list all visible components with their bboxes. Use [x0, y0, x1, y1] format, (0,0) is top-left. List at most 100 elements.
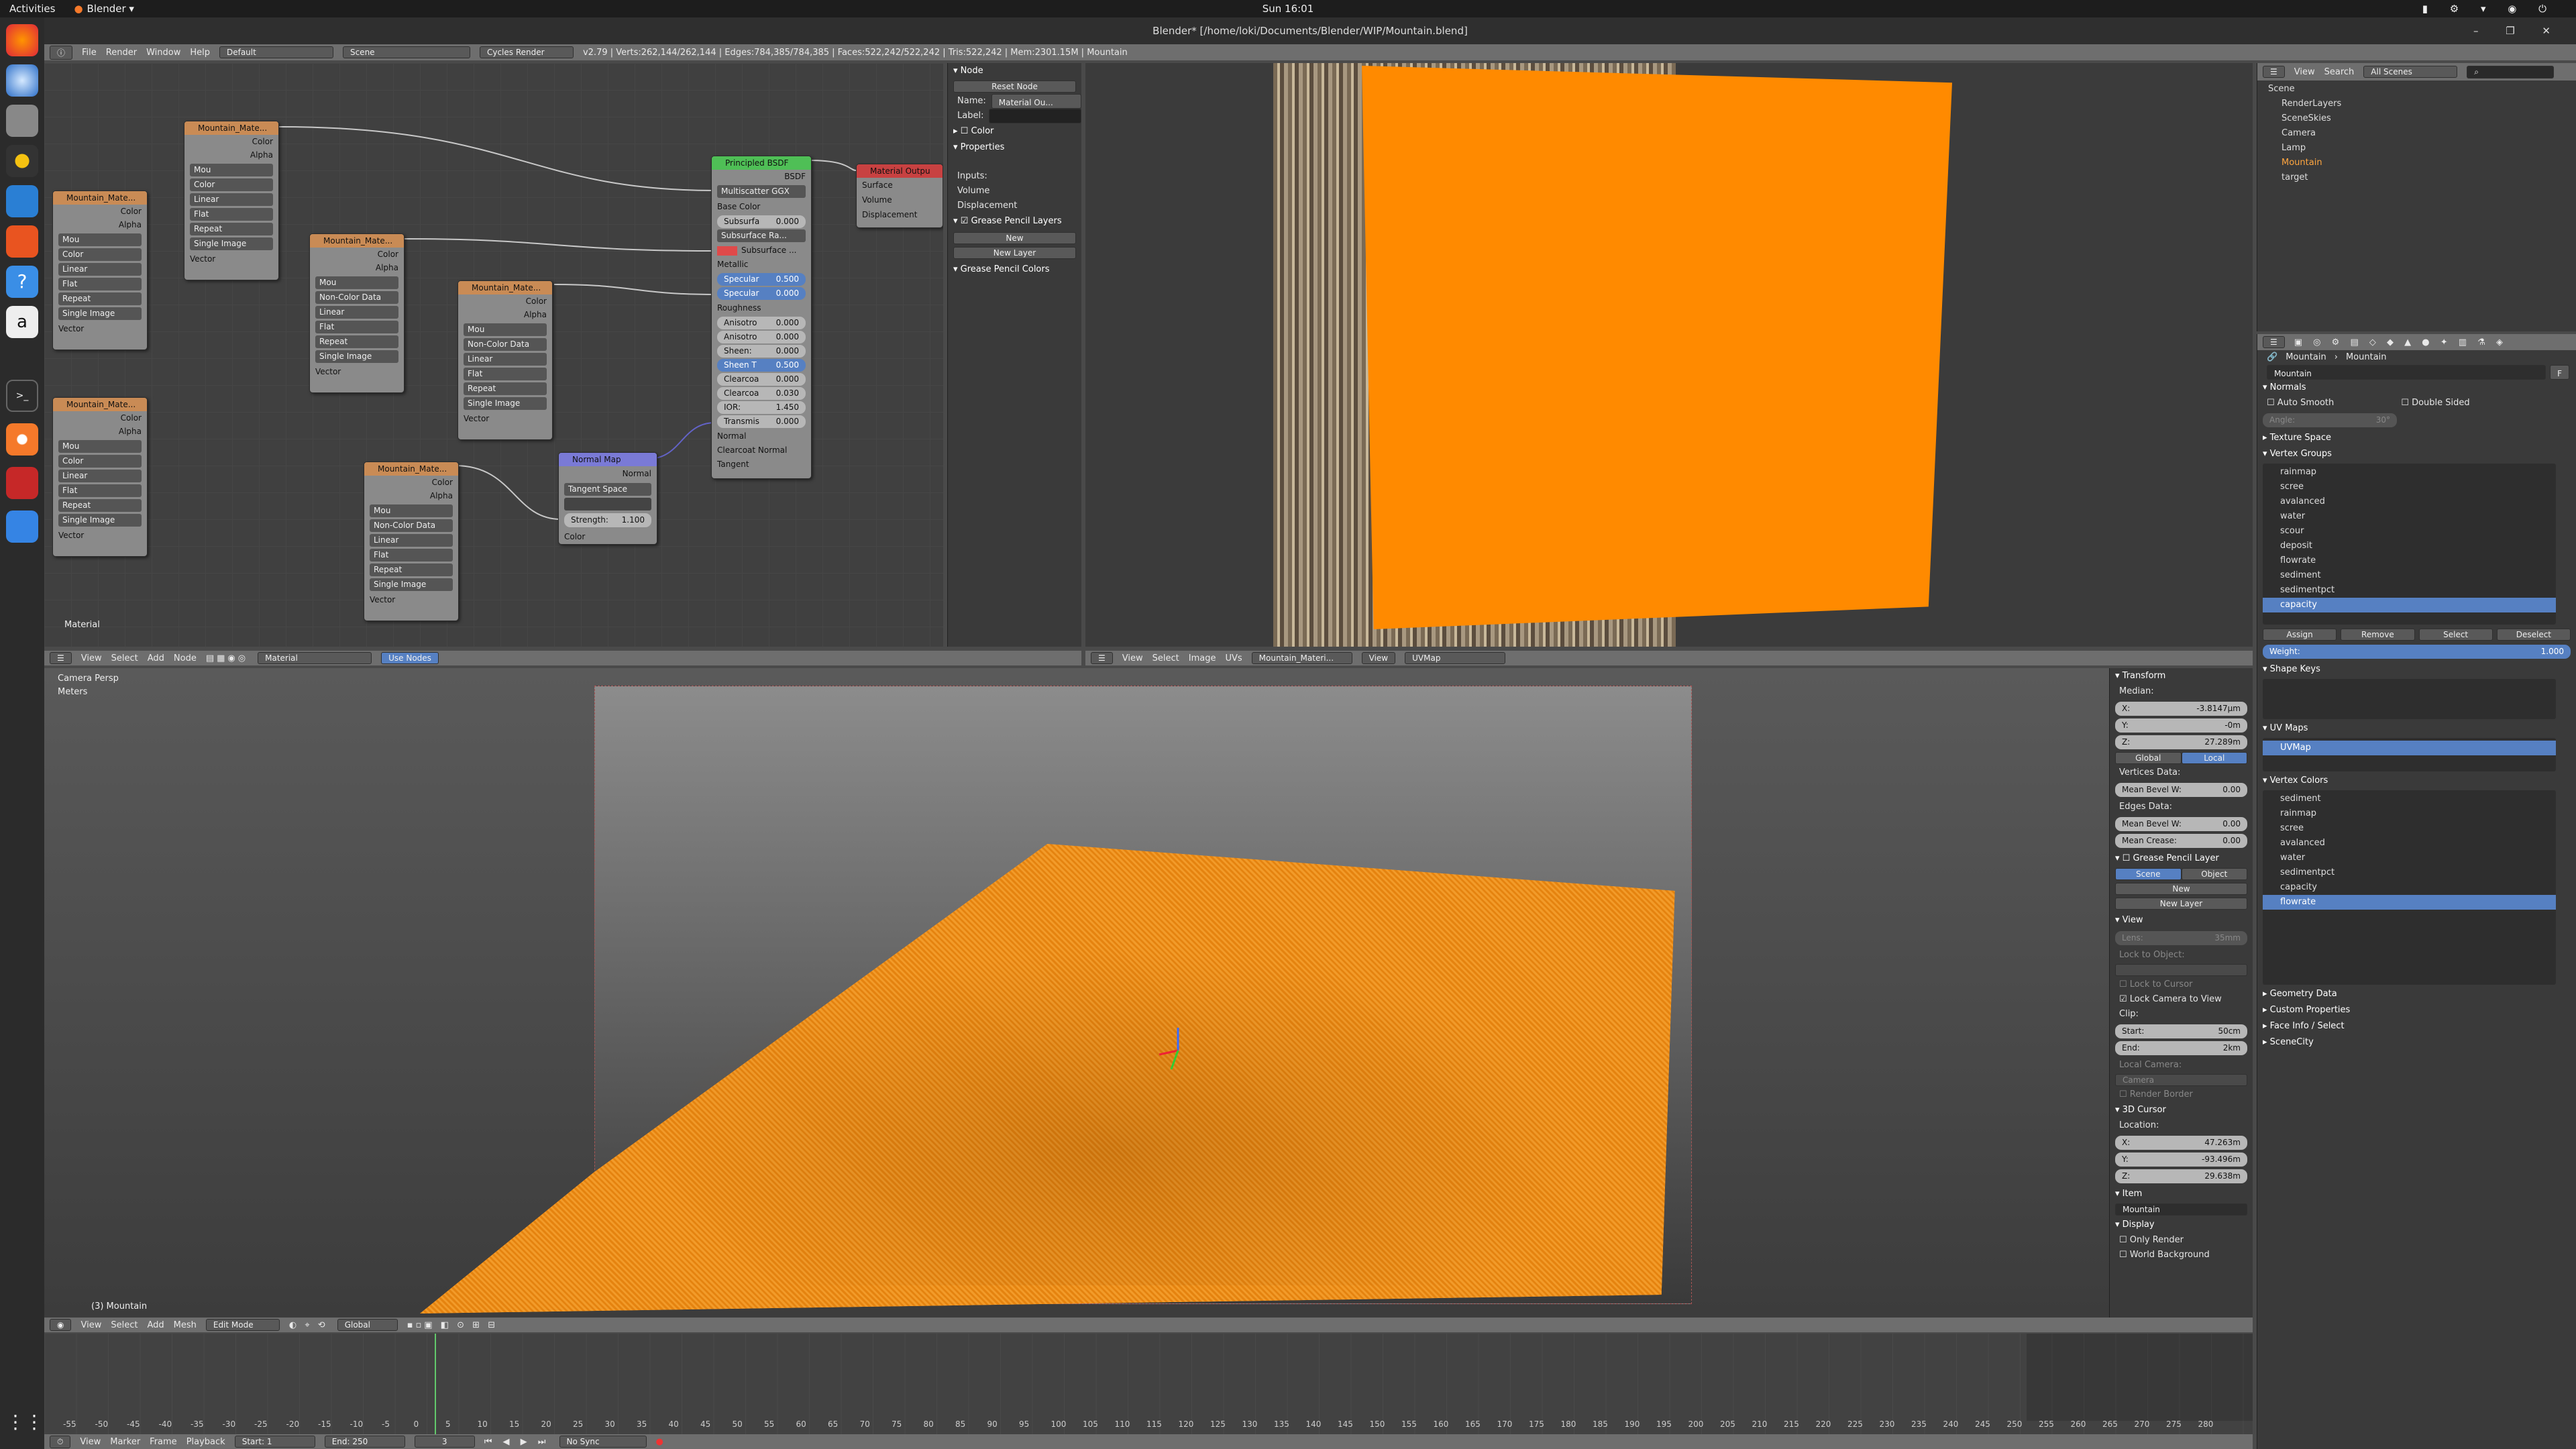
- projection-dropdown[interactable]: Flat: [315, 321, 398, 333]
- source-dropdown[interactable]: Single Image: [58, 307, 142, 320]
- select-button[interactable]: Select: [2418, 629, 2493, 641]
- normals-panel-header[interactable]: ▾ Normals: [2257, 380, 2576, 396]
- menu-uvs[interactable]: UVs: [1225, 653, 1242, 663]
- use-nodes-toggle[interactable]: Use Nodes: [381, 652, 439, 664]
- item-header[interactable]: ▾ Item: [2110, 1186, 2253, 1202]
- menu-view[interactable]: View: [80, 1437, 101, 1447]
- source-dropdown[interactable]: Single Image: [190, 237, 273, 250]
- uv-maps-header[interactable]: ▾ UV Maps: [2257, 720, 2576, 737]
- vertex-bevel-field[interactable]: Mean Bevel W: 0.00: [2115, 783, 2247, 797]
- image-select[interactable]: Mou: [190, 164, 273, 176]
- outliner-item-renderlayers[interactable]: RenderLayers: [2257, 97, 2576, 111]
- thunderbird-icon[interactable]: [6, 64, 38, 97]
- bsdf-input-field[interactable]: IOR: 1.450: [717, 401, 806, 414]
- bsdf-input-field[interactable]: Anisotro 0.000: [717, 317, 806, 329]
- extension-dropdown[interactable]: Repeat: [190, 223, 273, 235]
- vertex-color-item[interactable]: rainmap: [2263, 806, 2556, 821]
- remove-button[interactable]: Remove: [2341, 629, 2415, 641]
- extension-dropdown[interactable]: Repeat: [464, 382, 547, 395]
- extension-dropdown[interactable]: Repeat: [315, 335, 398, 348]
- gp-object-button[interactable]: Object: [2181, 868, 2247, 880]
- texture-space-header[interactable]: ▸ Texture Space: [2257, 430, 2576, 446]
- color-panel-header[interactable]: ▸ ☐ Color: [948, 123, 1081, 140]
- vertex-group-item[interactable]: scree: [2263, 480, 2556, 494]
- normal-map-node[interactable]: Normal Map Normal Tangent Space Strength…: [558, 452, 657, 545]
- menu-select[interactable]: Select: [111, 653, 138, 663]
- custom-properties-header[interactable]: ▸ Custom Properties: [2257, 1002, 2576, 1018]
- image-select[interactable]: Mou: [58, 440, 142, 453]
- node-panel-header[interactable]: ▾ Node: [948, 63, 1081, 79]
- double-sided-checkbox[interactable]: ☐ Double Sided: [2401, 396, 2469, 411]
- vertex-colors-list[interactable]: sediment rainmap scree avalanced water sedime…: [2263, 790, 2556, 985]
- gp-colors-header[interactable]: ▾ Grease Pencil Colors: [948, 262, 1081, 278]
- vertex-group-item[interactable]: water: [2263, 509, 2556, 524]
- bsdf-input-field[interactable]: Anisotro 0.000: [717, 331, 806, 343]
- edge-bevel-field[interactable]: Mean Bevel W: 0.00: [2115, 817, 2247, 831]
- gp-new-button[interactable]: New: [953, 232, 1076, 244]
- menu-file[interactable]: File: [82, 48, 97, 58]
- material-select[interactable]: Material: [258, 652, 372, 664]
- cursor-y-field[interactable]: Y: -93.496m: [2115, 1152, 2247, 1167]
- record-button[interactable]: ●: [656, 1437, 663, 1447]
- menu-view[interactable]: View: [80, 1320, 101, 1330]
- vertex-group-item[interactable]: capacity: [2263, 598, 2556, 612]
- show-apps-icon[interactable]: ⋮⋮⋮: [6, 1406, 62, 1438]
- median-x-field[interactable]: X: -3.8147μm: [2115, 702, 2247, 716]
- bsdf-input-field[interactable]: Sheen: 0.000: [717, 345, 806, 358]
- gp-new-layer-button[interactable]: New Layer: [953, 247, 1076, 259]
- assign-button[interactable]: Assign: [2263, 629, 2337, 641]
- menu-help[interactable]: Help: [190, 48, 210, 58]
- layout-select[interactable]: Default: [219, 46, 333, 58]
- outliner-item-target[interactable]: target: [2257, 170, 2576, 185]
- vertex-groups-header[interactable]: ▾ Vertex Groups: [2257, 446, 2576, 462]
- menu-add[interactable]: Add: [148, 653, 164, 663]
- only-render-checkbox[interactable]: ☐ Only Render: [2110, 1233, 2253, 1248]
- gp-scene-button[interactable]: Scene: [2115, 868, 2182, 880]
- rhythmbox-icon[interactable]: [6, 145, 38, 177]
- projection-dropdown[interactable]: Flat: [190, 208, 273, 221]
- window-titlebar[interactable]: Blender* [/home/loki/Documents/Blender/W…: [44, 17, 2576, 44]
- outliner-item-sceneskies[interactable]: SceneSkies: [2257, 111, 2576, 126]
- interpolation-dropdown[interactable]: Linear: [190, 193, 273, 206]
- shading-icons[interactable]: ◐ ⌖ ⟲: [289, 1320, 328, 1330]
- projection-dropdown[interactable]: Flat: [370, 549, 453, 561]
- vertex-color-item[interactable]: avalanced: [2263, 836, 2556, 851]
- mode-select[interactable]: Edit Mode: [205, 1319, 280, 1331]
- outliner-item-lamp[interactable]: Lamp: [2257, 141, 2576, 156]
- editor-type-button[interactable]: ⏱: [50, 1435, 71, 1448]
- sync-select[interactable]: No Sync: [559, 1436, 647, 1448]
- extension-dropdown[interactable]: Repeat: [58, 292, 142, 305]
- auto-smooth-checkbox[interactable]: ☐ Auto Smooth: [2267, 396, 2334, 411]
- software-icon[interactable]: [6, 225, 38, 258]
- interpolation-dropdown[interactable]: Linear: [315, 306, 398, 319]
- image-editor[interactable]: [1085, 63, 2253, 647]
- reset-node-button[interactable]: Reset Node: [953, 80, 1076, 93]
- crease-field[interactable]: Mean Crease: 0.00: [2115, 834, 2247, 848]
- distribution-dropdown[interactable]: Multiscatter GGX: [717, 185, 806, 198]
- display-header[interactable]: ▾ Display: [2110, 1217, 2253, 1233]
- menu-add[interactable]: Add: [147, 1320, 164, 1330]
- source-dropdown[interactable]: Single Image: [58, 514, 142, 527]
- menu-window[interactable]: Window: [146, 48, 180, 58]
- editor-type-button[interactable]: ☰: [1091, 652, 1113, 664]
- uv-maps-list[interactable]: UVMap: [2263, 738, 2556, 771]
- menu-select[interactable]: Select: [111, 1320, 138, 1330]
- vertex-group-item[interactable]: avalanced: [2263, 494, 2556, 509]
- label-field[interactable]: [989, 109, 1081, 123]
- face-info-header[interactable]: ▸ Face Info / Select: [2257, 1018, 2576, 1034]
- start-frame-field[interactable]: Start: 1: [234, 1436, 315, 1448]
- node-editor[interactable]: Mountain_Mate... Color Alpha Mou Color L…: [44, 63, 943, 647]
- image-select[interactable]: Mou: [58, 233, 142, 246]
- median-z-field[interactable]: Z: 27.289m: [2115, 735, 2247, 749]
- global-button[interactable]: Global: [2115, 752, 2182, 764]
- writer-icon[interactable]: [6, 185, 38, 217]
- image-select[interactable]: Mou: [464, 323, 547, 336]
- extension-dropdown[interactable]: Repeat: [58, 499, 142, 512]
- view-header[interactable]: ▾ View: [2110, 912, 2253, 928]
- menu-select[interactable]: Select: [1152, 653, 1179, 663]
- files-icon[interactable]: [6, 105, 38, 137]
- name-field[interactable]: Material Ou...: [991, 94, 1081, 109]
- clock[interactable]: Sun 16:01: [1263, 3, 1314, 15]
- bsdf-input-field[interactable]: Clearcoa 0.000: [717, 373, 806, 386]
- breadcrumb-object[interactable]: Mountain: [2286, 350, 2326, 365]
